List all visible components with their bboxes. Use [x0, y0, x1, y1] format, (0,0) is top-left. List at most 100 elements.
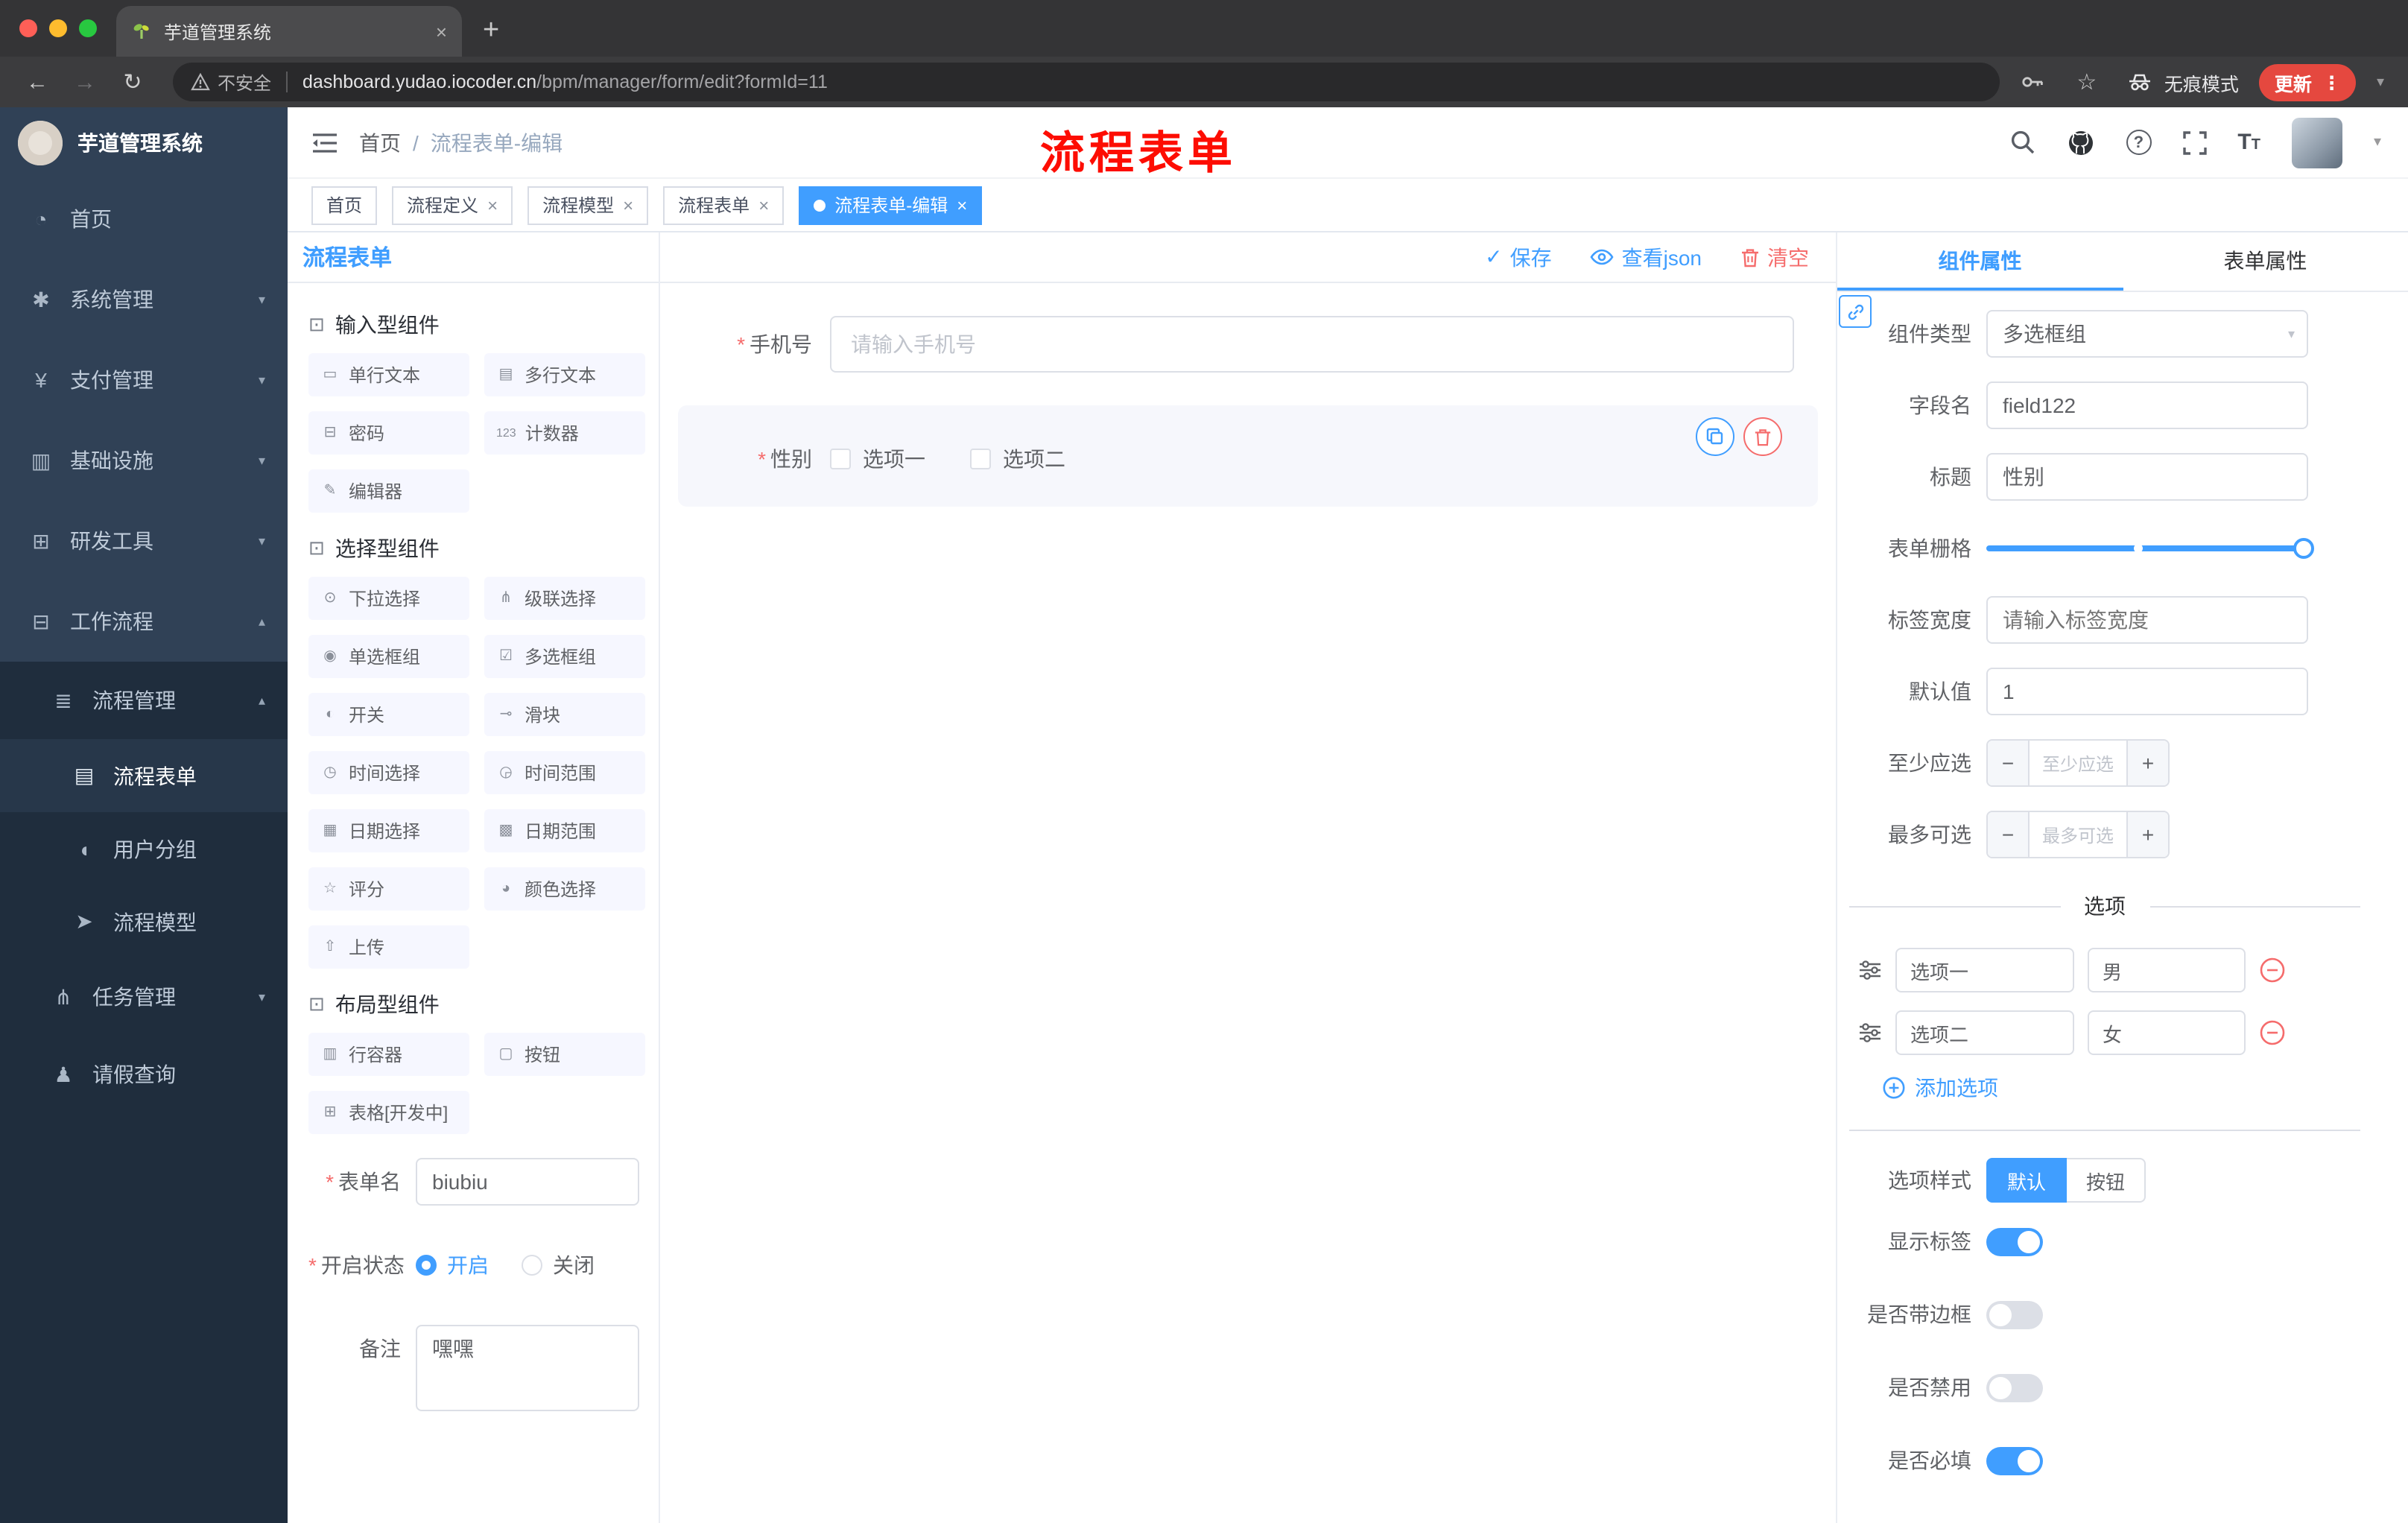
component-type-select[interactable]: 多选框组 ▾ — [1986, 310, 2308, 358]
sidebar-item-infrastructure[interactable]: ▥ 基础设施 ▾ — [0, 420, 288, 501]
tag-close-icon[interactable]: × — [487, 194, 498, 215]
tag-close-icon[interactable]: × — [957, 194, 967, 215]
palette-item-upload[interactable]: ⇧ 上传 — [308, 925, 469, 969]
gender-option-1[interactable]: 选项一 — [830, 444, 925, 474]
option-name-input[interactable] — [1895, 1010, 2074, 1055]
avatar[interactable] — [2291, 117, 2342, 168]
field-name-input[interactable] — [1986, 381, 2308, 429]
tab-close-icon[interactable]: × — [436, 20, 447, 42]
sidebar-item-process-model[interactable]: ➤ 流程模型 — [0, 885, 288, 958]
github-icon[interactable] — [2066, 129, 2094, 156]
clear-button[interactable]: 清空 — [1740, 242, 1809, 272]
radio-enabled[interactable]: 开启 — [416, 1250, 489, 1280]
sidebar-item-home[interactable]: ◔ 首页 — [0, 179, 288, 259]
form-name-input[interactable] — [416, 1158, 639, 1206]
palette-item-table[interactable]: ⊞ 表格[开发中] — [308, 1091, 469, 1134]
label-width-input[interactable] — [1986, 596, 2308, 644]
style-button-button[interactable]: 按钮 — [2067, 1158, 2146, 1203]
show-label-toggle[interactable] — [1986, 1227, 2043, 1256]
default-value-input[interactable] — [1986, 668, 2308, 715]
duplicate-component-button[interactable] — [1696, 417, 1734, 456]
option-value-input[interactable] — [2088, 948, 2246, 992]
search-icon[interactable] — [2009, 130, 2035, 155]
chrome-chevron-icon[interactable]: ▾ — [2377, 74, 2384, 90]
gender-option-2[interactable]: 选项二 — [970, 444, 1065, 474]
collapse-sidebar-button[interactable] — [288, 130, 359, 154]
required-toggle[interactable] — [1986, 1446, 2043, 1475]
decrease-button[interactable]: − — [1988, 812, 2030, 857]
max-select-placeholder[interactable]: 最多可选 — [2030, 812, 2126, 857]
zoom-window-button[interactable] — [79, 19, 97, 37]
browser-menu-dots-icon[interactable]: ⋮ — [2322, 71, 2341, 93]
tag-process-definition[interactable]: 流程定义 × — [392, 186, 513, 224]
tag-process-model[interactable]: 流程模型 × — [527, 186, 649, 224]
update-button[interactable]: 更新 ⋮ — [2259, 63, 2356, 101]
sidebar-item-system[interactable]: ✱ 系统管理 ▾ — [0, 259, 288, 340]
palette-item-select[interactable]: ⊙ 下拉选择 — [308, 577, 469, 620]
radio-disabled[interactable]: 关闭 — [522, 1250, 595, 1280]
sidebar-item-devtools[interactable]: ⊞ 研发工具 ▾ — [0, 501, 288, 581]
palette-item-textarea[interactable]: ▤ 多行文本 — [484, 353, 645, 396]
palette-item-date-range[interactable]: ▩ 日期范围 — [484, 809, 645, 852]
view-json-button[interactable]: 查看json — [1591, 242, 1702, 272]
tag-close-icon[interactable]: × — [623, 194, 633, 215]
palette-item-rate[interactable]: ☆ 评分 — [308, 867, 469, 911]
breadcrumb-home[interactable]: 首页 — [359, 127, 401, 157]
palette-item-password[interactable]: ⊟ 密码 — [308, 411, 469, 455]
reload-icon[interactable]: ↻ — [113, 69, 152, 95]
palette-item-checkbox-group[interactable]: ☑ 多选框组 — [484, 635, 645, 678]
close-window-button[interactable] — [19, 19, 37, 37]
palette-item-color-picker[interactable]: ◕ 颜色选择 — [484, 867, 645, 911]
palette-item-editor[interactable]: ✎ 编辑器 — [308, 469, 469, 513]
save-button[interactable]: ✓ 保存 — [1485, 242, 1551, 272]
fullscreen-icon[interactable] — [2182, 130, 2207, 154]
palette-item-switch[interactable]: ◐ 开关 — [308, 693, 469, 736]
palette-item-date-picker[interactable]: ▦ 日期选择 — [308, 809, 469, 852]
back-icon[interactable]: ← — [18, 69, 57, 95]
checkbox-icon[interactable] — [970, 449, 991, 469]
grid-slider[interactable] — [1986, 525, 2314, 572]
title-input[interactable] — [1986, 453, 2308, 501]
sidebar-item-leave-query[interactable]: ♟ 请假查询 — [0, 1036, 288, 1113]
palette-item-radio-group[interactable]: ◉ 单选框组 — [308, 635, 469, 678]
form-remark-textarea[interactable]: 嘿嘿 — [416, 1325, 639, 1411]
style-default-button[interactable]: 默认 — [1986, 1158, 2068, 1203]
palette-item-row-container[interactable]: ▥ 行容器 — [308, 1033, 469, 1076]
palette-item-counter[interactable]: 123 计数器 — [484, 411, 645, 455]
sidebar-item-task-management[interactable]: ⋔ 任务管理 ▾ — [0, 958, 288, 1036]
tag-home[interactable]: 首页 — [311, 186, 378, 224]
decrease-button[interactable]: − — [1988, 741, 2030, 785]
option-drag-handle[interactable] — [1858, 1021, 1882, 1045]
address-bar[interactable]: 不安全 dashboard.yudao.iocoder.cn /bpm/mana… — [173, 63, 2000, 101]
avatar-chevron-icon[interactable]: ▾ — [2374, 134, 2381, 151]
add-option-button[interactable]: 添加选项 — [1837, 1073, 2378, 1103]
password-key-icon[interactable] — [2021, 70, 2047, 94]
disabled-toggle[interactable] — [1986, 1373, 2043, 1402]
canvas-field-gender-selected[interactable]: * 性别 选项一 选项二 — [678, 405, 1818, 507]
increase-button[interactable]: + — [2126, 812, 2168, 857]
tag-process-form[interactable]: 流程表单 × — [663, 186, 785, 224]
palette-item-cascader[interactable]: ⋔ 级联选择 — [484, 577, 645, 620]
canvas-field-phone[interactable]: * 手机号 请输入手机号 — [678, 301, 1818, 387]
option-drag-handle[interactable] — [1858, 958, 1882, 982]
increase-button[interactable]: + — [2126, 741, 2168, 785]
tag-close-icon[interactable]: × — [758, 194, 769, 215]
delete-component-button[interactable] — [1743, 417, 1782, 456]
tab-form-props[interactable]: 表单属性 — [2123, 232, 2408, 291]
tab-component-props[interactable]: 组件属性 — [1837, 232, 2123, 291]
remove-option-button[interactable] — [2259, 957, 2286, 984]
new-tab-button[interactable]: + — [462, 15, 520, 57]
sidebar-item-workflow[interactable]: ⊟ 工作流程 ▴ — [0, 581, 288, 662]
browser-tab[interactable]: 芋道管理系统 × — [116, 6, 462, 57]
bookmark-star-icon[interactable]: ☆ — [2068, 69, 2106, 95]
security-status[interactable]: 不安全 — [191, 69, 271, 95]
palette-item-single-text[interactable]: ▭ 单行文本 — [308, 353, 469, 396]
checkbox-icon[interactable] — [830, 449, 851, 469]
palette-item-button[interactable]: ▢ 按钮 — [484, 1033, 645, 1076]
forward-icon[interactable]: → — [66, 69, 104, 95]
option-name-input[interactable] — [1895, 948, 2074, 992]
slider-handle[interactable] — [2293, 538, 2314, 559]
palette-item-time-range[interactable]: ◶ 时间范围 — [484, 751, 645, 794]
sidebar-item-process-form[interactable]: ▤ 流程表单 — [0, 739, 288, 812]
border-toggle[interactable] — [1986, 1300, 2043, 1329]
